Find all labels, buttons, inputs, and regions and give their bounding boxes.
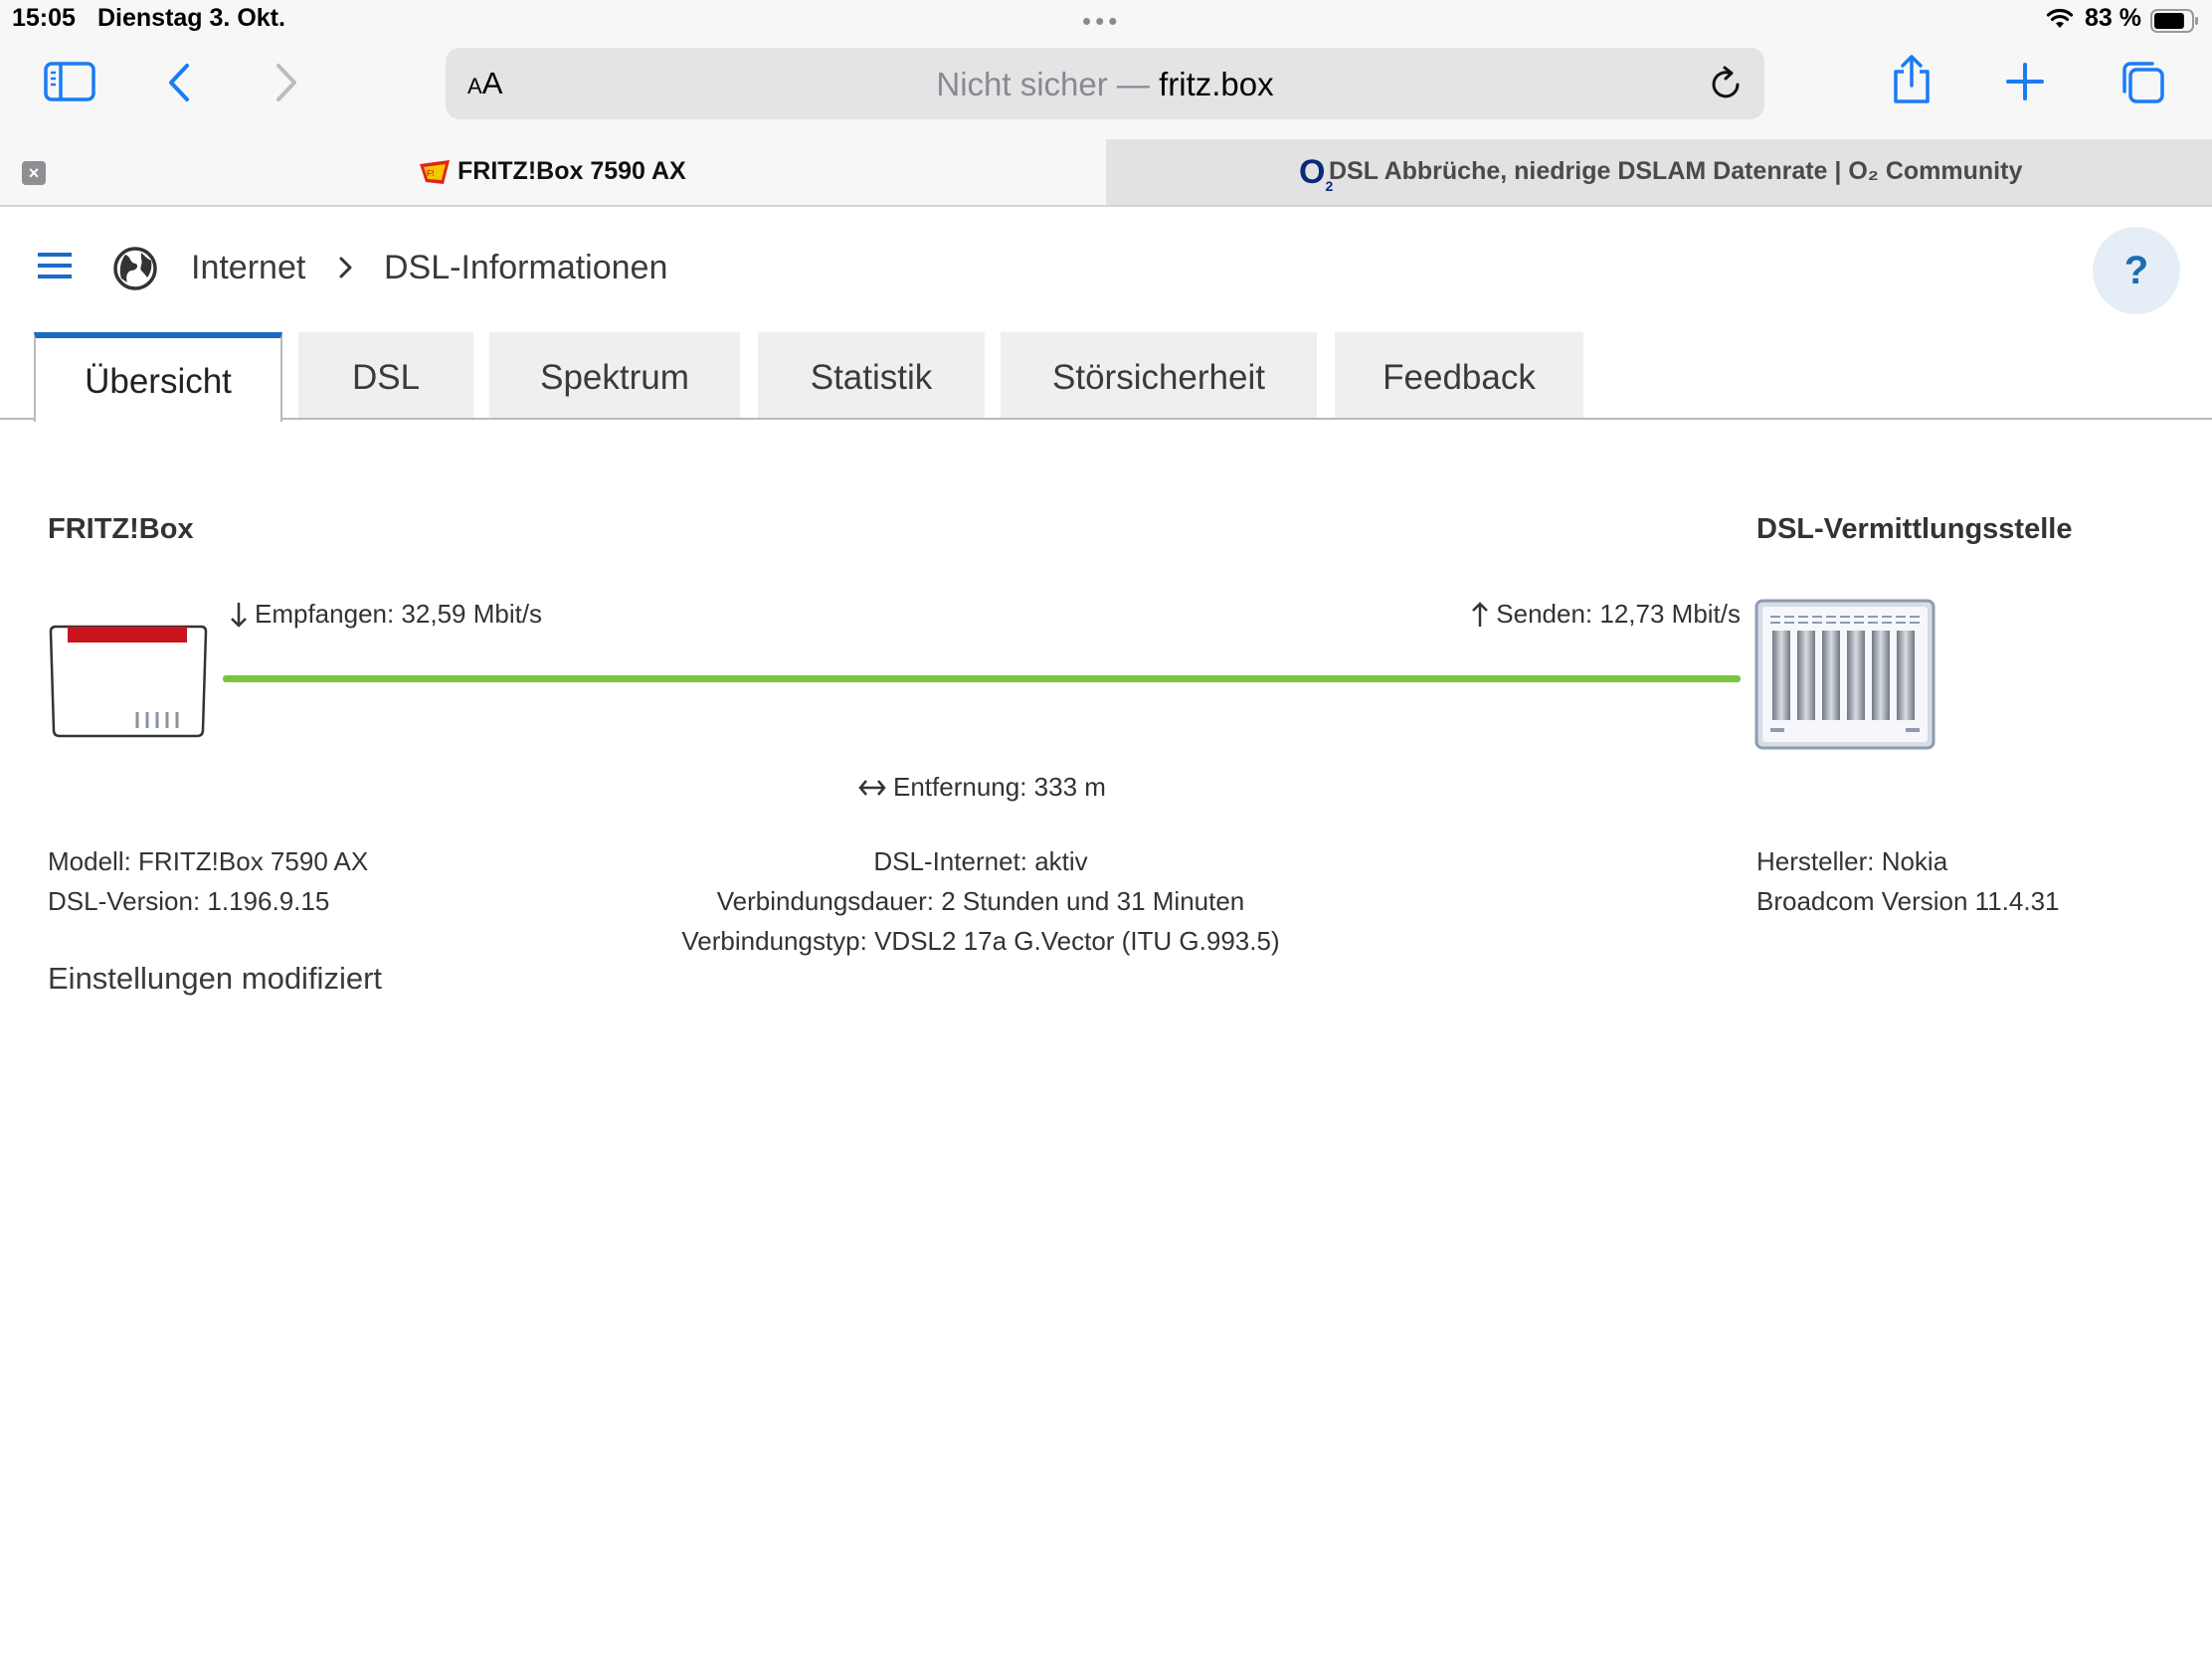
sidebar-toggle-icon[interactable] (44, 60, 95, 103)
battery-percent: 83 % (2085, 4, 2141, 32)
address-bar[interactable]: AA Nicht sicher — fritz.box (446, 48, 1764, 119)
model-label: Modell: FRITZ!Box 7590 AX (48, 846, 369, 876)
fritzbox-info: Modell: FRITZ!Box 7590 AX DSL-Version: 1… (48, 841, 368, 921)
battery-icon (2150, 9, 2200, 38)
dsl-version-label: DSL-Version: 1.196.9.15 (48, 886, 330, 916)
reload-icon[interactable] (1709, 64, 1745, 106)
tab-feedback[interactable]: Feedback (1335, 332, 1583, 418)
svg-text:F!: F! (427, 169, 435, 178)
fritz-favicon-icon: F! (418, 158, 452, 191)
tabs-divider (0, 418, 2212, 420)
tab-spektrum[interactable]: Spektrum (489, 332, 740, 418)
distance-label: Entfernung: 333 m (893, 772, 1106, 802)
settings-modified-note: Einstellungen modifiziert (48, 961, 383, 996)
arrow-up-icon (1472, 601, 1489, 627)
dslam-heading: DSL-Vermittlungsstelle (1756, 513, 2073, 545)
forward-icon[interactable] (271, 62, 300, 103)
dsl-connection-line (223, 675, 1741, 682)
distance-arrows-icon (858, 779, 886, 796)
fritzbox-router-icon (48, 623, 209, 745)
tab-statistik[interactable]: Statistik (758, 332, 985, 418)
arrow-down-icon (231, 602, 247, 628)
tab-overview-icon[interactable] (2119, 60, 2166, 105)
share-icon[interactable] (1890, 54, 1934, 105)
help-button[interactable]: ? (2093, 227, 2180, 314)
url-security-label: Nicht sicher — (936, 66, 1160, 102)
browser-tab-fritzbox[interactable]: × F! FRITZ!Box 7590 AX (0, 139, 1106, 205)
date: Dienstag 3. Okt. (97, 4, 285, 32)
connection-info: DSL-Internet: aktiv Verbindungsdauer: 2 … (597, 841, 1365, 961)
breadcrumb-chevron-icon (336, 251, 356, 289)
fritzbox-heading: FRITZ!Box (48, 513, 194, 545)
url-text[interactable]: Nicht sicher — fritz.box (446, 66, 1764, 103)
back-icon[interactable] (165, 62, 195, 103)
broadcom-version-label: Broadcom Version 11.4.31 (1756, 886, 2060, 916)
breadcrumb-internet[interactable]: Internet (191, 249, 305, 287)
browser-tab-title: FRITZ!Box 7590 AX (458, 157, 686, 185)
manufacturer-label: Hersteller: Nokia (1756, 846, 1948, 876)
new-tab-icon[interactable] (2005, 62, 2045, 101)
dsl-status-label: DSL-Internet: aktiv (873, 846, 1088, 876)
browser-tab-bar: × F! FRITZ!Box 7590 AX O2 DSL Abbrüche, … (0, 139, 2212, 207)
receive-rate: Empfangen: 32,59 Mbit/s (229, 599, 542, 630)
tab-dsl[interactable]: DSL (298, 332, 473, 418)
dslam-icon (1754, 599, 1936, 755)
status-bar: 15:05 Dienstag 3. Okt. ••• 83 % (0, 0, 2212, 40)
clock: 15:05 (12, 4, 76, 32)
distance: Entfernung: 333 m (857, 772, 1106, 803)
hamburger-menu-icon[interactable] (36, 251, 76, 285)
page-title: DSL-Informationen (384, 249, 668, 286)
url-host: fritz.box (1159, 66, 1274, 102)
multitasking-dots-icon[interactable]: ••• (1082, 6, 1121, 37)
send-rate: Senden: 12,73 Mbit/s (1470, 599, 1741, 630)
close-tab-icon[interactable]: × (22, 161, 46, 185)
connection-duration-label: Verbindungsdauer: 2 Stunden und 31 Minut… (716, 886, 1245, 916)
browser-toolbar: AA Nicht sicher — fritz.box (0, 40, 2212, 139)
browser-tab-title: DSL Abbrüche, niedrige DSLAM Datenrate |… (1329, 157, 2023, 185)
dslam-info: Hersteller: Nokia Broadcom Version 11.4.… (1756, 841, 2059, 921)
wifi-icon (2045, 6, 2075, 35)
receive-rate-label: Empfangen: 32,59 Mbit/s (255, 599, 543, 629)
tab-uebersicht[interactable]: Übersicht (34, 332, 282, 422)
send-rate-label: Senden: 12,73 Mbit/s (1496, 599, 1741, 629)
browser-tab-o2-community[interactable]: O2 DSL Abbrüche, niedrige DSLAM Datenrat… (1106, 139, 2212, 205)
connection-type-label: Verbindungstyp: VDSL2 17a G.Vector (ITU … (681, 926, 1280, 956)
globe-icon (111, 245, 159, 297)
tab-stoersicherheit[interactable]: Störsicherheit (1001, 332, 1317, 418)
